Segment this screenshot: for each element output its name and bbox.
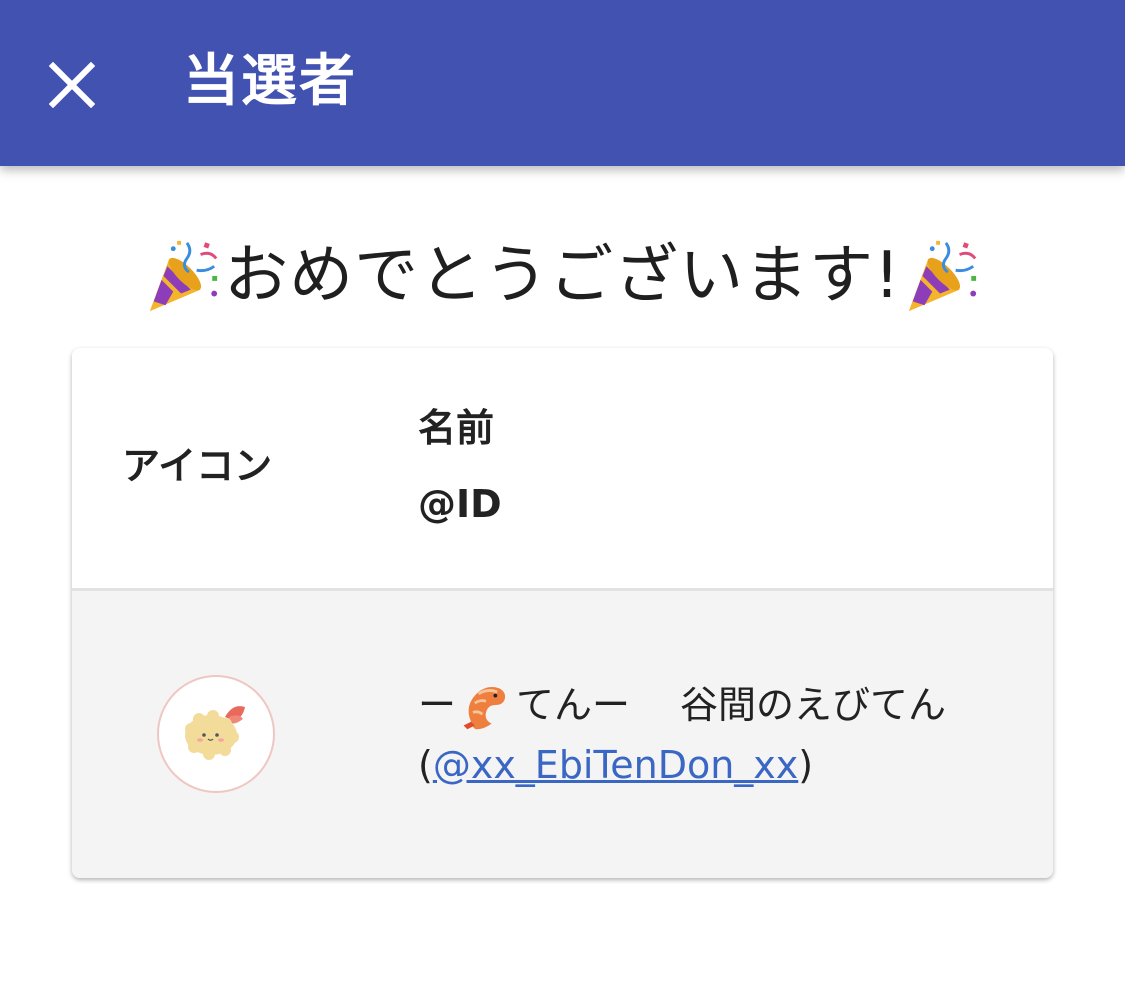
app-bar: 当選者 [0,0,1125,166]
column-header-id: @ID [418,482,502,526]
winner-table-card: アイコン 名前 @ID ー てんー 谷間のえびてん (@xx_EbiTenDon… [72,348,1053,878]
fried-shrimp-avatar [185,706,245,760]
close-icon [49,62,95,108]
winner-handle-link[interactable]: @xx_EbiTenDon_xx [433,743,798,787]
column-header-name: 名前 [418,406,495,450]
party-popper-icon [908,240,977,312]
table-row: ー てんー 谷間のえびてん (@xx_EbiTenDon_xx) [72,591,1053,878]
page-title: 当選者 [183,49,357,114]
table-header: アイコン 名前 @ID [72,348,1053,591]
headline-text: おめでとうございます! [224,239,901,313]
party-popper-icon [150,240,218,312]
id-open-paren: ( [418,743,433,787]
avatar [157,675,275,793]
congratulations-heading: おめでとうございます! [0,226,1125,326]
close-button[interactable] [30,43,114,127]
id-close-paren: ) [798,743,814,787]
winner-name-suffix: 谷間のえびてん [680,683,947,727]
winner-name-prefix: ー [418,683,457,727]
column-header-icon: アイコン [122,444,273,488]
winner-id: (@xx_EbiTenDon_xx) [418,737,813,793]
winner-name: ー てんー 谷間のえびてん [418,675,946,735]
shrimp-icon [463,686,506,730]
winner-name-middle: てんー [516,683,631,727]
